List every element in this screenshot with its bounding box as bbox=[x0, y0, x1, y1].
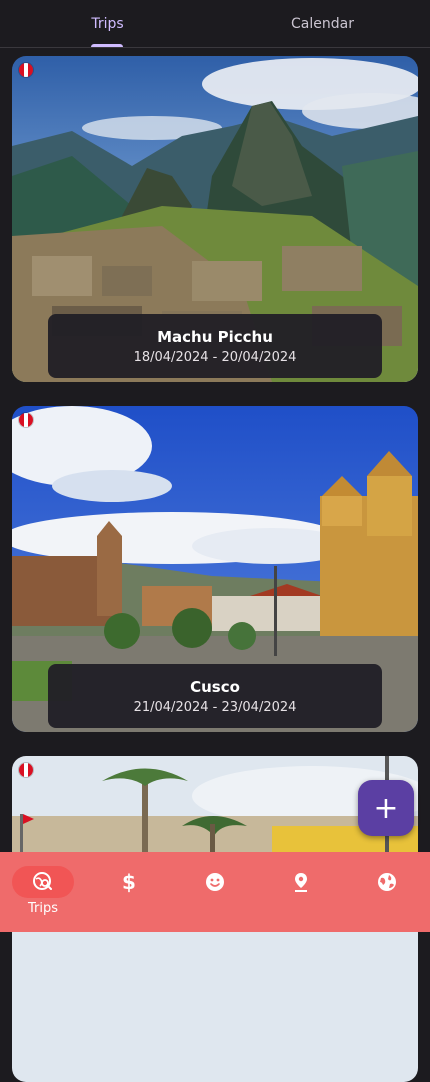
map-pin-icon bbox=[295, 873, 307, 892]
tab-indicator bbox=[91, 44, 123, 47]
trip-info-panel: Machu Picchu 18/04/2024 - 20/04/2024 bbox=[48, 314, 382, 378]
peru-flag-icon bbox=[18, 412, 34, 428]
nav-item-trips[interactable]: Trips bbox=[0, 852, 86, 932]
top-tab-bar: Trips Calendar bbox=[0, 0, 430, 48]
tab-trips-label: Trips bbox=[91, 15, 124, 32]
nav-item-experiences[interactable] bbox=[172, 852, 258, 932]
nav-item-expenses[interactable]: $ bbox=[86, 852, 172, 932]
tab-calendar[interactable]: Calendar bbox=[215, 0, 430, 47]
trip-card-machu-picchu[interactable]: Machu Picchu 18/04/2024 - 20/04/2024 bbox=[12, 56, 418, 382]
peru-flag-icon bbox=[18, 762, 34, 778]
trip-title: Machu Picchu bbox=[157, 327, 273, 346]
trip-info-panel: Cusco 21/04/2024 - 23/04/2024 bbox=[48, 664, 382, 728]
nav-active-indicator bbox=[12, 866, 74, 898]
bottom-navigation: Trips $ bbox=[0, 852, 430, 932]
tab-calendar-label: Calendar bbox=[291, 15, 354, 32]
globe-icon bbox=[378, 873, 396, 891]
trip-dates: 18/04/2024 - 20/04/2024 bbox=[133, 349, 297, 365]
nav-item-world[interactable] bbox=[344, 852, 430, 932]
emoji-icon bbox=[206, 873, 224, 891]
trips-globe-search-icon bbox=[33, 872, 52, 890]
svg-text:$: $ bbox=[122, 870, 136, 894]
trip-title: Cusco bbox=[190, 677, 240, 696]
nav-item-trips-label: Trips bbox=[27, 901, 58, 916]
tab-trips[interactable]: Trips bbox=[0, 0, 215, 47]
trip-card-cusco[interactable]: Cusco 21/04/2024 - 23/04/2024 bbox=[12, 406, 418, 732]
peru-flag-icon bbox=[18, 62, 34, 78]
dollar-icon: $ bbox=[122, 870, 136, 894]
add-trip-button[interactable]: + bbox=[358, 780, 414, 836]
nav-item-places[interactable] bbox=[258, 852, 344, 932]
plus-icon: + bbox=[373, 790, 399, 826]
trip-dates: 21/04/2024 - 23/04/2024 bbox=[133, 699, 297, 715]
